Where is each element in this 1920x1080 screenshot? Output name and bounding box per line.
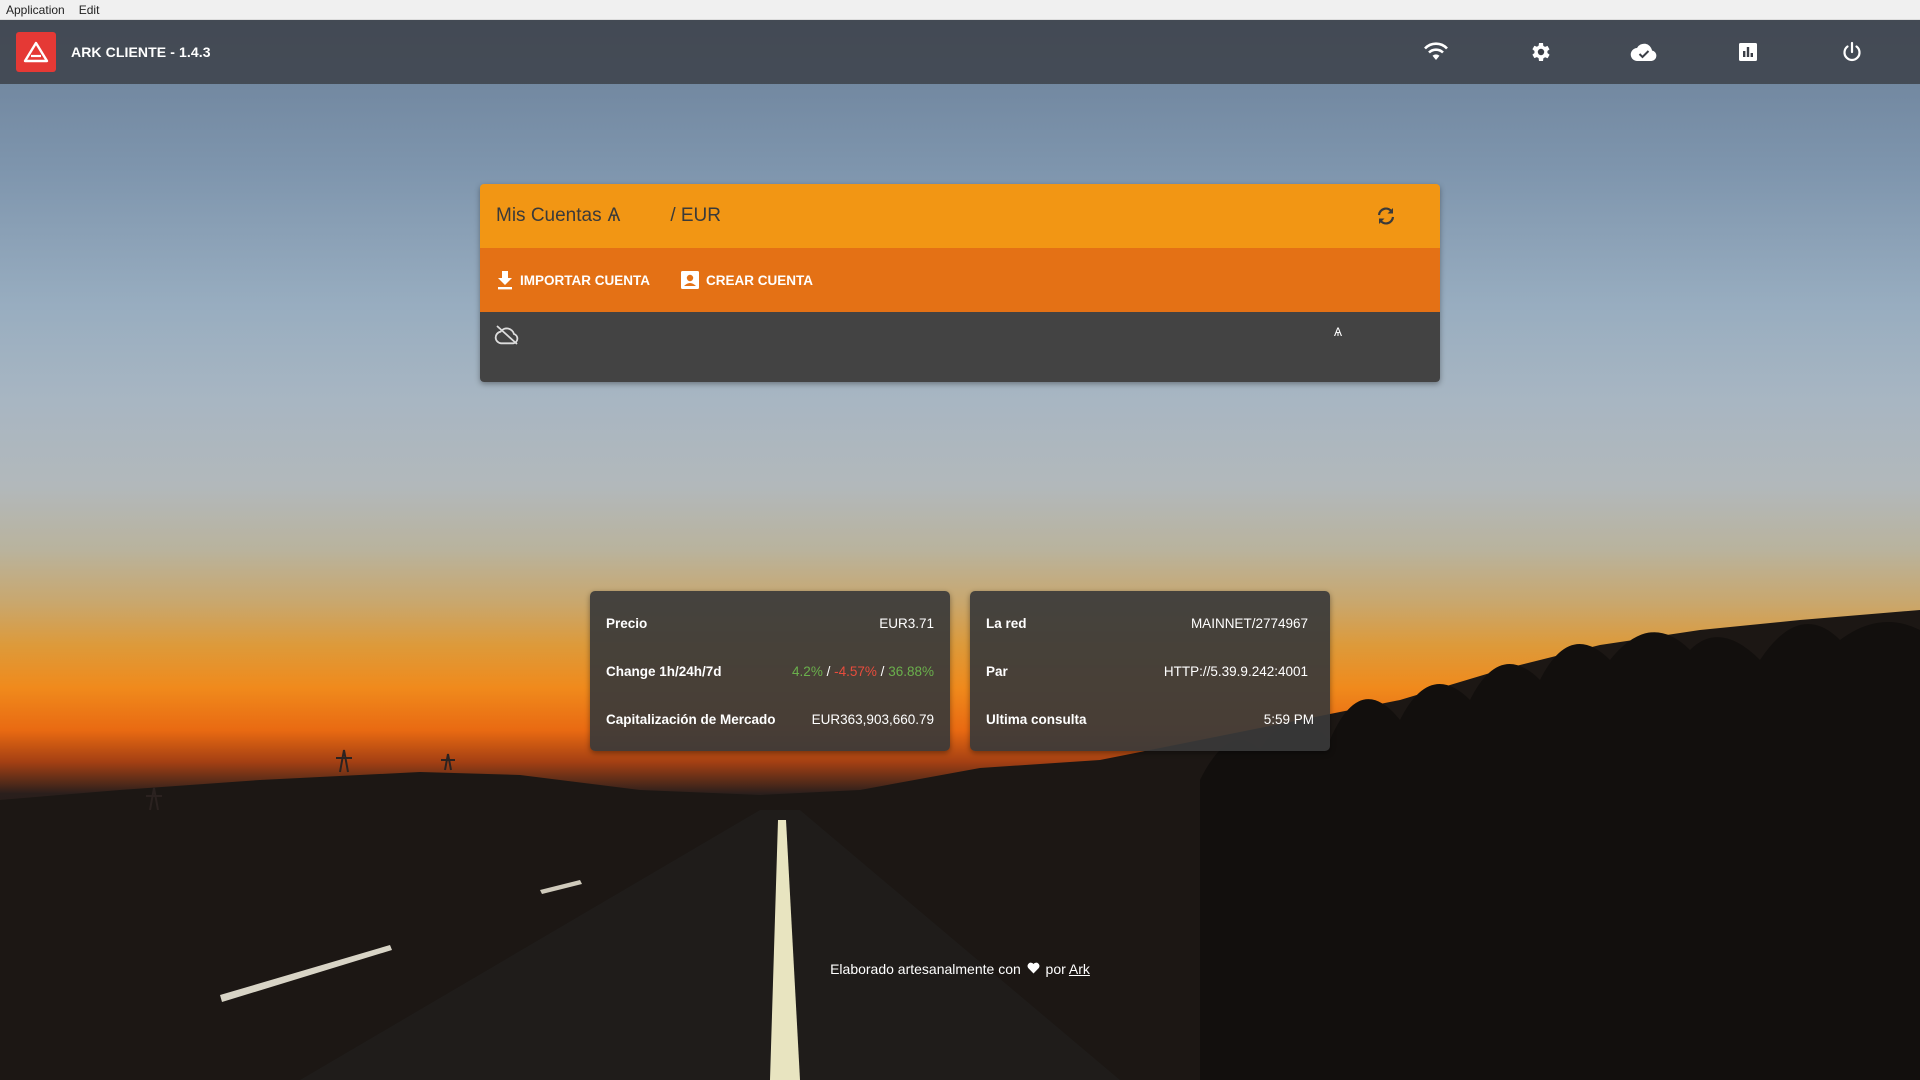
accounts-actions: IMPORTAR CUENTA CREAR CUENTA	[480, 248, 1440, 312]
cloud-done-icon[interactable]	[1629, 37, 1659, 67]
last-check-label: Ultima consulta	[986, 711, 1087, 727]
change-7d: 36.88%	[888, 663, 934, 679]
market-panel: Precio EUR3.71 Change 1h/24h/7d 4.2% / -…	[590, 591, 950, 751]
power-icon[interactable]	[1837, 37, 1867, 67]
wifi-icon[interactable]	[1421, 37, 1451, 67]
import-account-button[interactable]: IMPORTAR CUENTA	[496, 270, 650, 290]
accounts-list: Ѧ	[480, 312, 1440, 382]
footer-by: por	[1045, 961, 1066, 977]
account-box-icon	[681, 271, 699, 289]
network-panel: La red MAINNET/2774967 Par HTTP://5.39.9…	[970, 591, 1330, 751]
change-1h: 4.2%	[792, 663, 823, 679]
change-sep-1: /	[826, 663, 831, 679]
last-check-row: Ultima consulta 5:59 PM	[986, 709, 1314, 729]
price-label: Precio	[606, 615, 648, 631]
network-row: La red MAINNET/2774967	[986, 613, 1308, 633]
network-value: MAINNET/2774967	[1190, 615, 1308, 631]
network-label: La red	[986, 615, 1027, 631]
last-check-value: 5:59 PM	[1263, 711, 1314, 727]
background-image	[0, 20, 1920, 1080]
import-account-label: IMPORTAR CUENTA	[520, 272, 650, 288]
heart-icon	[1027, 961, 1040, 977]
menu-bar: Application Edit	[0, 0, 1920, 20]
ark-logo-icon	[16, 32, 56, 72]
market-cap-label: Capitalización de Mercado	[606, 711, 776, 727]
change-label: Change 1h/24h/7d	[606, 663, 722, 679]
create-account-button[interactable]: CREAR CUENTA	[680, 270, 813, 290]
change-values: 4.2% / -4.57% / 36.88%	[792, 664, 934, 679]
chart-icon[interactable]	[1733, 37, 1763, 67]
app-toolbar: ARK CLIENTE - 1.4.3	[0, 20, 1920, 84]
accounts-card: Mis Cuentas Ѧ / EUR IMPORTAR CUENTA CREA…	[480, 184, 1440, 382]
market-cap-row: Capitalización de Mercado EUR363,903,660…	[606, 709, 934, 729]
app-title: ARK CLIENTE - 1.4.3	[71, 44, 211, 60]
price-value: EUR3.71	[879, 615, 934, 631]
landscape-silhouette	[0, 610, 1920, 1080]
change-sep-2: /	[880, 663, 885, 679]
market-cap-value: EUR363,903,660.79	[811, 711, 934, 727]
price-row: Precio EUR3.71	[606, 613, 934, 633]
peer-label: Par	[986, 663, 1008, 679]
menu-application[interactable]: Application	[6, 3, 65, 17]
ark-symbol: Ѧ	[607, 205, 621, 226]
menu-edit[interactable]: Edit	[79, 3, 100, 17]
settings-icon[interactable]	[1525, 37, 1555, 67]
create-account-label: CREAR CUENTA	[706, 272, 813, 288]
peer-value: HTTP://5.39.9.242:4001	[1163, 663, 1308, 679]
download-icon	[498, 271, 512, 290]
balance-symbol: Ѧ	[1334, 325, 1343, 339]
ark-link[interactable]: Ark	[1069, 961, 1090, 977]
change-row: Change 1h/24h/7d 4.2% / -4.57% / 36.88%	[606, 661, 934, 681]
accounts-title: Mis Cuentas	[496, 205, 602, 226]
peer-row: Par HTTP://5.39.9.242:4001	[986, 661, 1308, 681]
currency-label: / EUR	[670, 205, 721, 226]
refresh-icon[interactable]	[1372, 202, 1400, 230]
accounts-header: Mis Cuentas Ѧ / EUR	[480, 184, 1440, 248]
cloud-off-icon	[494, 324, 520, 351]
change-24h: -4.57%	[834, 663, 877, 679]
footer-text: Elaborado artesanalmente con	[830, 961, 1021, 977]
footer: Elaborado artesanalmente con por Ark	[0, 961, 1920, 977]
